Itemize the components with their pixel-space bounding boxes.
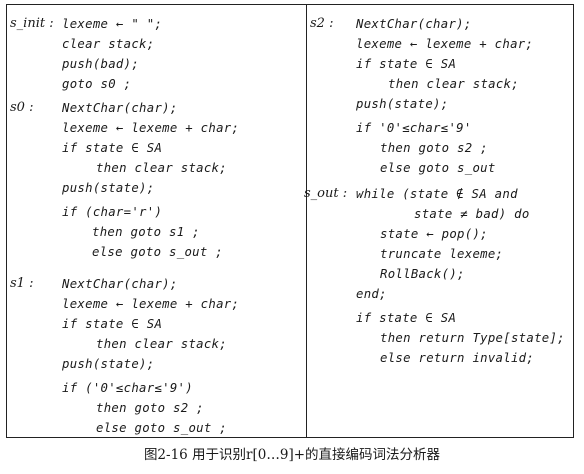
code-line: if state ∈ SA: [356, 311, 457, 325]
label-s-init: s_init :: [10, 16, 54, 31]
code-line: goto s0 ;: [62, 77, 132, 91]
code-line: then return Type[state];: [380, 331, 565, 345]
code-line: else goto s_out ;: [96, 421, 227, 435]
code-line: else return invalid;: [380, 351, 535, 365]
code-line: else goto s_out: [380, 161, 496, 175]
code-line: then clear stack;: [96, 337, 227, 351]
code-line: end;: [356, 287, 387, 301]
code-line: then goto s1 ;: [92, 225, 200, 239]
code-line: push(state);: [356, 97, 449, 111]
code-line: if state ∈ SA: [62, 317, 163, 331]
column-divider: [306, 4, 307, 438]
label-s2: s2 :: [310, 16, 334, 31]
code-line: lexeme ← lexeme + char;: [62, 121, 240, 135]
code-line: push(state);: [62, 357, 155, 371]
code-line: NextChar(char);: [62, 277, 178, 291]
code-line: while (state ∉ SA and: [356, 187, 518, 201]
code-line: if state ∈ SA: [62, 141, 163, 155]
code-line: clear stack;: [62, 37, 155, 51]
code-line: push(state);: [62, 181, 155, 195]
code-line: lexeme ← lexeme + char;: [62, 297, 240, 311]
code-line: RollBack();: [380, 267, 465, 281]
code-line: lexeme ← " ";: [62, 17, 163, 31]
code-line: if state ∈ SA: [356, 57, 457, 71]
code-line: truncate lexeme;: [380, 247, 504, 261]
code-line: if (char='r'): [62, 205, 163, 219]
code-line: NextChar(char);: [356, 17, 472, 31]
code-line: then clear stack;: [96, 161, 227, 175]
code-line: else goto s_out ;: [92, 245, 223, 259]
code-line: if ('0'≤char≤'9'): [62, 381, 193, 395]
code-line: NextChar(char);: [62, 101, 178, 115]
code-line: then goto s2 ;: [380, 141, 488, 155]
label-s1: s1 :: [10, 276, 34, 291]
code-line: then clear stack;: [388, 77, 519, 91]
code-line: lexeme ← lexeme + char;: [356, 37, 534, 51]
code-line: then goto s2 ;: [96, 401, 204, 415]
figure-caption: 图2-16 用于识别r[0…9]+的直接编码词法分析器: [143, 447, 441, 463]
code-line: push(bad);: [62, 57, 140, 71]
code-line: if '0'≤char≤'9': [356, 121, 472, 135]
code-line: state ≠ bad) do: [414, 207, 530, 221]
label-s-out: s_out :: [304, 186, 348, 201]
code-line: state ← pop();: [380, 227, 488, 241]
label-s0: s0 :: [10, 100, 34, 115]
